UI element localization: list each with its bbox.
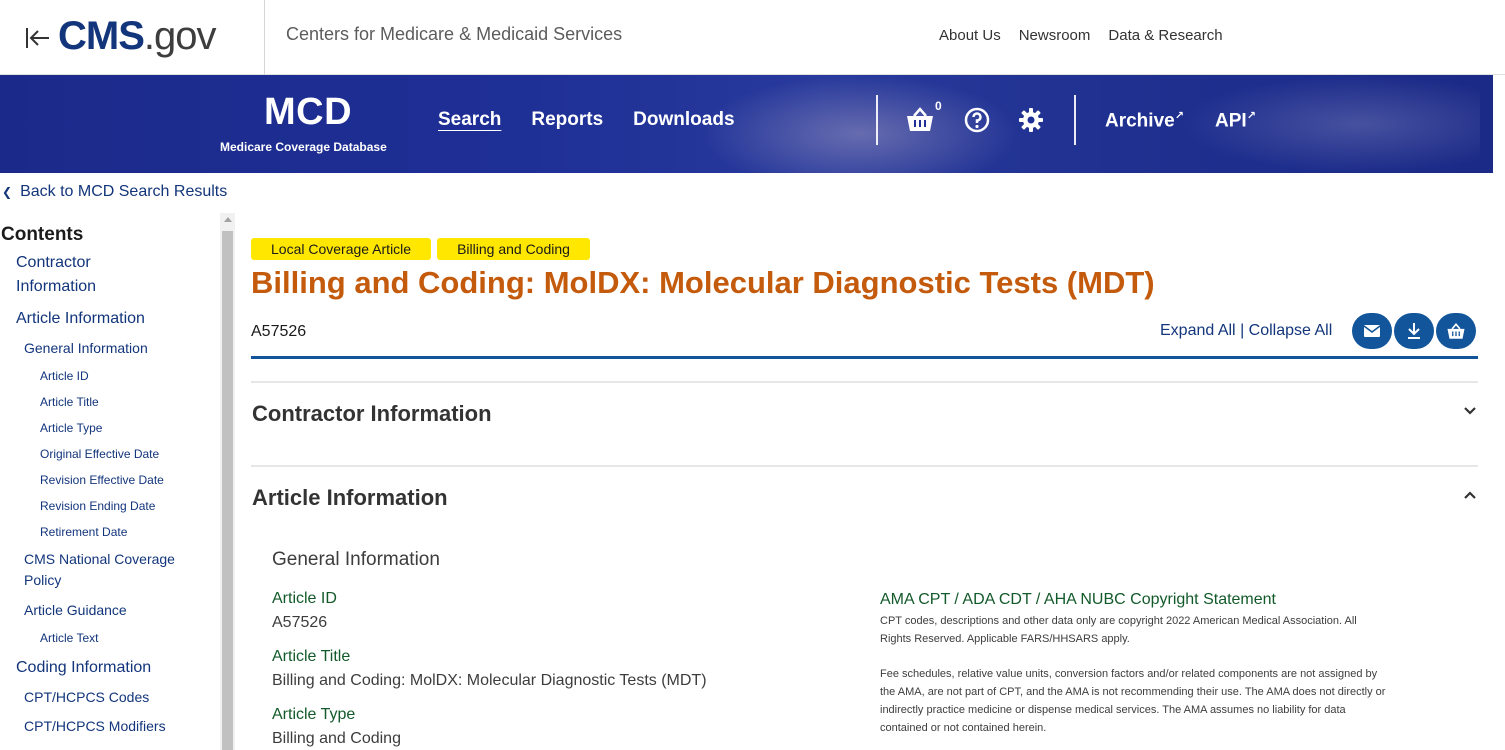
contents-sidebar: Contents Contractor Information Article … [0,213,220,750]
external-link-icon: ↗ [1174,110,1184,122]
sidebar-item-article-id[interactable]: Article ID [40,366,89,387]
contents-title: Contents [1,224,84,245]
badge-billing-and-coding: Billing and Coding [437,238,590,260]
archive-link[interactable]: Archive↗ [1105,109,1184,132]
sidebar-item-cms-ncp-2[interactable]: Policy [24,570,61,591]
sidebar-scrollbar-thumb[interactable] [222,231,233,750]
expand-collapse-controls: Expand All | Collapse All [1160,322,1332,340]
ama-copyright-title: AMA CPT / ADA CDT / AHA NUBC Copyright S… [880,591,1276,608]
download-icon [1408,323,1420,339]
field-label-article-id: Article ID [272,590,337,607]
download-button[interactable] [1394,313,1434,349]
chevron-down-icon[interactable] [1463,406,1477,416]
gov-header: CMS.gov Centers for Medicare & Medicaid … [0,0,1505,75]
mcd-logo[interactable]: MCD [264,91,352,134]
basket-icon [1447,322,1465,339]
newsroom-link[interactable]: Newsroom [1019,27,1091,44]
mcd-subtitle: Medicare Coverage Database [220,140,387,154]
field-label-article-type: Article Type [272,706,356,723]
sidebar-item-original-effective-date[interactable]: Original Effective Date [40,444,159,465]
add-to-basket-button[interactable] [1436,313,1476,349]
agency-name: Centers for Medicare & Medicaid Services [286,24,623,44]
sidebar-item-cpt-hcpcs-codes[interactable]: CPT/HCPCS Codes [24,687,149,708]
badge-local-coverage-article: Local Coverage Article [251,238,432,260]
sidebar-item-article-title[interactable]: Article Title [40,392,99,413]
ama-copyright-line: indirectly practice medicine or dispense… [880,704,1346,716]
ama-copyright-line: Rights Reserved. Applicable FARS/HHSARS … [880,633,1130,645]
data-research-link[interactable]: Data & Research [1108,27,1222,44]
sidebar-item-revision-ending-date[interactable]: Revision Ending Date [40,496,155,517]
ama-copyright-line: the AMA, are not part of CPT, and the AM… [880,686,1386,698]
nav-downloads[interactable]: Downloads [633,109,734,131]
sidebar-item-article-text[interactable]: Article Text [40,628,98,649]
external-link-icon: ↗ [1246,110,1256,122]
sidebar-item-general-information[interactable]: General Information [24,338,148,359]
sidebar-item-article-information[interactable]: Article Information [16,308,145,329]
section-divider-2 [251,465,1478,467]
article-id: A57526 [251,323,307,340]
article-badges: Local Coverage Article Billing and Codin… [251,238,590,260]
cart-count-badge: 0 [935,99,942,113]
scroll-up-icon[interactable] [224,217,232,222]
field-label-article-title: Article Title [272,648,351,665]
field-value-article-id: A57526 [272,614,328,631]
field-value-article-type: Billing and Coding [272,730,401,747]
main-nav: Search Reports Downloads [438,109,735,131]
chevron-left-icon: ❮ [2,185,13,199]
section-divider [251,381,1478,383]
sidebar-item-cpt-hcpcs-modifiers[interactable]: CPT/HCPCS Modifiers [24,716,166,737]
back-to-results-link[interactable]: ❮ Back to MCD Search Results [2,183,227,201]
article-main: Local Coverage Article Billing and Codin… [251,213,1479,750]
expand-collapse-separator: | [1240,322,1245,339]
cms-logo[interactable]: CMS.gov [58,12,216,60]
mcd-banner: MCD Medicare Coverage Database Search Re… [0,75,1493,173]
top-links: About Us Newsroom Data & Research [939,27,1223,44]
nav-reports[interactable]: Reports [531,109,603,131]
header-divider [264,0,265,75]
envelope-icon [1363,325,1381,337]
title-divider [251,356,1478,359]
sidebar-item-revision-effective-date[interactable]: Revision Effective Date [40,470,164,491]
nav-divider-2 [1074,95,1076,145]
sidebar-item-cms-ncp[interactable]: CMS National Coverage [24,549,175,570]
basket-icon[interactable] [905,105,935,135]
nav-divider [876,95,878,145]
section-contractor-information[interactable]: Contractor Information [252,401,492,427]
sidebar-item-article-type[interactable]: Article Type [40,418,102,439]
about-us-link[interactable]: About Us [939,27,1001,44]
email-button[interactable] [1352,313,1392,349]
nav-search[interactable]: Search [438,109,501,131]
collapse-all-button[interactable]: Collapse All [1249,322,1333,339]
sidebar-item-article-guidance[interactable]: Article Guidance [24,600,127,621]
page-title: Billing and Coding: MolDX: Molecular Dia… [251,265,1155,300]
api-link[interactable]: API↗ [1215,109,1256,132]
sidebar-item-coding-information[interactable]: Coding Information [16,657,151,678]
expand-all-button[interactable]: Expand All [1160,322,1236,339]
sidebar-item-contractor-information[interactable]: Contractor [16,252,91,273]
ama-copyright-line: Fee schedules, relative value units, con… [880,668,1378,680]
ama-copyright-line: contained or not contained herein. [880,722,1047,734]
help-icon[interactable] [962,105,992,135]
ama-copyright-line: CPT codes, descriptions and other data o… [880,615,1357,627]
chevron-up-icon[interactable] [1463,490,1477,500]
gear-icon[interactable] [1016,105,1046,135]
section-article-information[interactable]: Article Information [252,485,448,511]
general-information-heading: General Information [272,549,440,570]
sidebar-item-retirement-date[interactable]: Retirement Date [40,522,127,543]
back-arrow-icon[interactable] [24,24,52,52]
field-value-article-title: Billing and Coding: MolDX: Molecular Dia… [272,672,707,689]
sidebar-item-contractor-information-2[interactable]: Information [16,276,96,297]
